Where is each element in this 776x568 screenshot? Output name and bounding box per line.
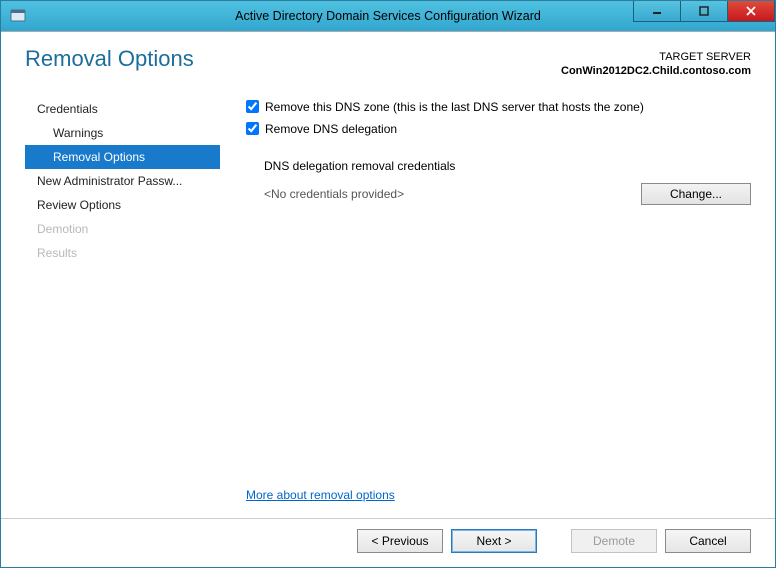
more-about-link[interactable]: More about removal options bbox=[246, 478, 751, 518]
minimize-button[interactable] bbox=[633, 1, 681, 22]
demote-button: Demote bbox=[571, 529, 657, 553]
cancel-button[interactable]: Cancel bbox=[665, 529, 751, 553]
maximize-button[interactable] bbox=[681, 1, 728, 22]
wizard-window: Active Directory Domain Services Configu… bbox=[0, 0, 776, 568]
target-server-name: ConWin2012DC2.Child.contoso.com bbox=[561, 64, 751, 78]
change-credentials-button[interactable]: Change... bbox=[641, 183, 751, 205]
header-row: Removal Options TARGET SERVER ConWin2012… bbox=[1, 32, 775, 79]
footer-gap bbox=[545, 529, 563, 553]
nav-item[interactable]: Review Options bbox=[25, 193, 220, 217]
remove-dns-zone-label: Remove this DNS zone (this is the last D… bbox=[265, 100, 644, 114]
remove-dns-delegation-row[interactable]: Remove DNS delegation bbox=[246, 119, 751, 139]
remove-dns-delegation-label: Remove DNS delegation bbox=[265, 122, 397, 136]
wizard-footer: < Previous Next > Demote Cancel bbox=[1, 518, 775, 567]
remove-dns-zone-checkbox[interactable] bbox=[246, 100, 259, 113]
titlebar: Active Directory Domain Services Configu… bbox=[1, 1, 775, 31]
credentials-row: <No credentials provided> Change... bbox=[246, 183, 751, 205]
content-row: CredentialsWarningsRemoval OptionsNew Ad… bbox=[1, 97, 775, 518]
page-title: Removal Options bbox=[25, 46, 194, 72]
window-controls bbox=[633, 1, 775, 31]
wizard-body: Removal Options TARGET SERVER ConWin2012… bbox=[1, 31, 775, 567]
target-server-label: TARGET SERVER bbox=[561, 50, 751, 64]
next-button[interactable]: Next > bbox=[451, 529, 537, 553]
wizard-nav: CredentialsWarningsRemoval OptionsNew Ad… bbox=[25, 97, 220, 518]
nav-item: Demotion bbox=[25, 217, 220, 241]
main-panel: Remove this DNS zone (this is the last D… bbox=[220, 97, 751, 518]
nav-item[interactable]: New Administrator Passw... bbox=[25, 169, 220, 193]
previous-button[interactable]: < Previous bbox=[357, 529, 443, 553]
remove-dns-zone-row[interactable]: Remove this DNS zone (this is the last D… bbox=[246, 97, 751, 117]
nav-item: Results bbox=[25, 241, 220, 265]
remove-dns-delegation-checkbox[interactable] bbox=[246, 122, 259, 135]
nav-item[interactable]: Warnings bbox=[25, 121, 220, 145]
nav-item[interactable]: Credentials bbox=[25, 97, 220, 121]
app-icon bbox=[7, 5, 29, 27]
delegation-credentials-label: DNS delegation removal credentials bbox=[246, 159, 751, 173]
nav-item[interactable]: Removal Options bbox=[25, 145, 220, 169]
target-server-block: TARGET SERVER ConWin2012DC2.Child.contos… bbox=[561, 46, 751, 79]
credentials-text: <No credentials provided> bbox=[264, 187, 404, 201]
close-button[interactable] bbox=[728, 1, 775, 22]
